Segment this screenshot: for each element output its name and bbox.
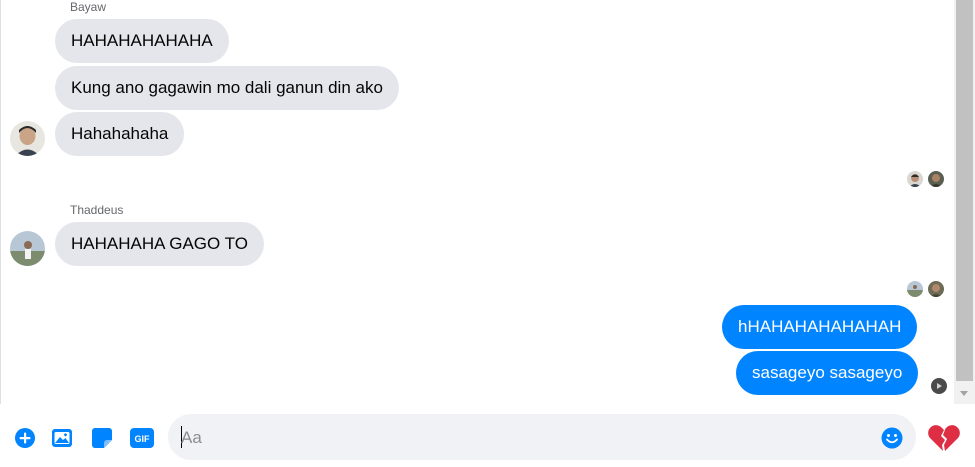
add-icon[interactable] <box>14 427 36 449</box>
broken-heart-icon[interactable] <box>927 423 961 453</box>
gif-icon[interactable]: GIF <box>130 427 154 449</box>
scrollbar-thumb[interactable] <box>956 0 973 381</box>
outgoing-message-bubble[interactable]: hHAHAHAHAHAHAH <box>722 305 918 349</box>
outgoing-message-bubble[interactable]: sasageyo sasageyo <box>736 351 919 395</box>
message-input[interactable] <box>168 414 916 460</box>
avatar-thaddeus[interactable] <box>10 231 45 266</box>
emoji-icon[interactable] <box>881 427 903 449</box>
gif-label: GIF <box>135 434 151 444</box>
divider <box>0 0 1 467</box>
chat-window: Bayaw HAHAHAHAHAHA Kung ano gagawin mo d… <box>0 0 975 467</box>
message-bubble[interactable]: HAHAHAHA GAGO TO <box>55 222 264 266</box>
message-bubble[interactable]: HAHAHAHAHAHA <box>55 19 229 63</box>
message-bubble[interactable]: Hahahahaha <box>55 112 185 156</box>
read-receipt-avatar <box>907 171 923 187</box>
sender-name-bayaw: Bayaw <box>70 0 107 14</box>
sender-name-thaddeus: Thaddeus <box>70 203 124 217</box>
read-receipt-avatar <box>928 171 944 187</box>
seen-avatar <box>931 378 947 394</box>
sticker-icon[interactable] <box>91 427 113 449</box>
read-receipt-avatar <box>928 281 944 297</box>
avatar-bayaw[interactable] <box>10 121 45 156</box>
message-bubble[interactable]: Kung ano gagawin mo dali ganun din ako <box>55 66 399 110</box>
image-icon[interactable] <box>51 427 73 449</box>
message-input-placeholder: Aa <box>181 428 202 447</box>
scroll-down-arrow[interactable] <box>954 384 975 404</box>
read-receipt-avatar <box>907 281 923 297</box>
